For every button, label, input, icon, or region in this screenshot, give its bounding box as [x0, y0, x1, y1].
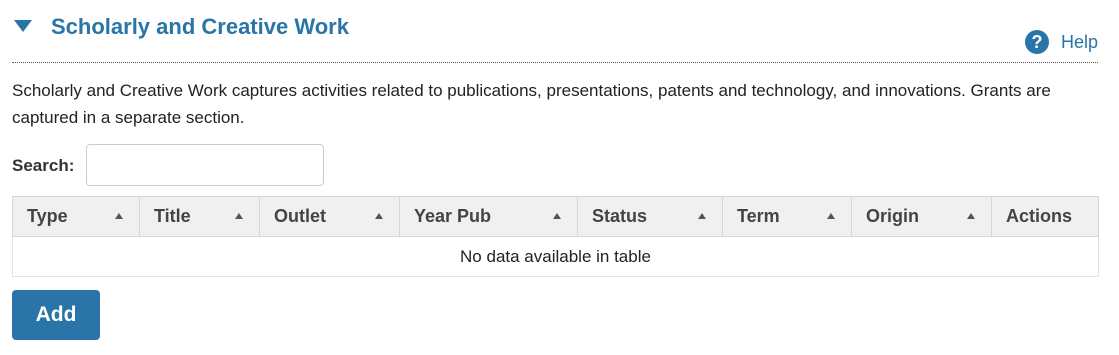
help-label: Help	[1060, 31, 1098, 52]
sort-up-icon	[235, 212, 243, 219]
sort-up-icon	[375, 212, 383, 219]
column-label: Term	[737, 206, 780, 226]
column-label: Outlet	[274, 206, 326, 226]
triangle-down-icon[interactable]	[14, 20, 32, 32]
sort-up-icon	[827, 212, 835, 219]
column-label: Actions	[1006, 206, 1073, 226]
column-header-outlet[interactable]: Outlet	[259, 196, 400, 237]
table-header-row: Type Title Outlet Year Pub Status Term O…	[12, 196, 1099, 237]
empty-table-message: No data available in table	[12, 236, 1099, 277]
column-header-year-pub[interactable]: Year Pub	[399, 196, 578, 237]
sort-up-icon	[698, 212, 706, 219]
scholarly-work-table: Type Title Outlet Year Pub Status Term O…	[12, 196, 1099, 277]
column-header-status[interactable]: Status	[577, 196, 723, 237]
column-header-origin[interactable]: Origin	[851, 196, 992, 237]
column-label: Year Pub	[414, 206, 492, 226]
question-circle-icon: ?	[1024, 30, 1049, 54]
column-label: Origin	[866, 206, 919, 226]
column-label: Type	[27, 206, 68, 226]
section-description: Scholarly and Creative Work captures act…	[12, 81, 1051, 127]
help-link[interactable]: ? Help	[1024, 30, 1098, 54]
table-row: No data available in table	[12, 236, 1099, 277]
sort-up-icon	[967, 212, 975, 219]
column-label: Title	[154, 206, 191, 226]
section-header: Scholarly and Creative Work ? Help	[12, 10, 1098, 63]
add-button[interactable]: Add	[12, 290, 100, 340]
column-label: Status	[592, 206, 648, 226]
sort-up-icon	[115, 212, 123, 219]
section-title: Scholarly and Creative Work	[51, 14, 349, 39]
column-header-actions: Actions	[991, 196, 1099, 237]
column-header-term[interactable]: Term	[722, 196, 852, 237]
column-header-type[interactable]: Type	[12, 196, 140, 237]
search-label: Search:	[12, 156, 75, 175]
sort-up-icon	[553, 212, 561, 219]
column-header-title[interactable]: Title	[139, 196, 260, 237]
search-input[interactable]	[86, 144, 324, 186]
